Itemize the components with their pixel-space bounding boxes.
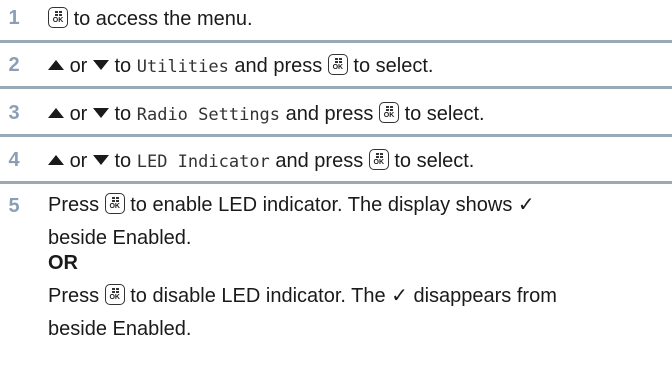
menu-target: Utilities	[136, 57, 229, 77]
up-arrow-icon	[48, 60, 64, 70]
step-text: to access the menu.	[73, 8, 253, 30]
down-arrow-icon	[92, 60, 109, 70]
down-arrow-icon	[92, 108, 109, 118]
menu-ok-button-icon: OK	[104, 284, 125, 305]
step-divider	[0, 86, 672, 89]
menu-ok-button-icon: OK	[48, 7, 68, 28]
step-5-text: Press OK to enable LED indicator. The di…	[48, 193, 557, 340]
menu-ok-button-icon: OK	[327, 54, 348, 75]
step-3-text: or to Radio Settings and press OK to sel…	[48, 102, 485, 125]
step-divider	[0, 40, 672, 43]
step-number: 2	[8, 54, 20, 76]
down-arrow-icon	[92, 155, 109, 165]
step-divider	[0, 181, 672, 184]
step-divider	[0, 134, 672, 137]
step-number: 3	[8, 102, 20, 124]
instruction-steps: 1 OK to access the menu. 2 or to Utiliti…	[0, 0, 672, 382]
menu-ok-button-icon: OK	[104, 193, 125, 214]
step-1-text: OK to access the menu.	[48, 7, 253, 29]
up-arrow-icon	[48, 108, 64, 118]
step-number: 1	[8, 7, 20, 29]
menu-ok-button-icon: OK	[368, 149, 389, 170]
menu-ok-button-icon: OK	[379, 102, 399, 123]
step-4-text: or to LED Indicator and press OK to sele…	[48, 149, 474, 172]
or-label: OR	[48, 252, 78, 274]
step-number: 4	[8, 149, 20, 171]
step-number: 5	[8, 195, 20, 217]
up-arrow-icon	[48, 155, 64, 165]
menu-target: Radio Settings	[136, 105, 281, 125]
menu-target: LED Indicator	[136, 152, 270, 172]
step-2-text: or to Utilities and press OK to select.	[48, 54, 433, 77]
